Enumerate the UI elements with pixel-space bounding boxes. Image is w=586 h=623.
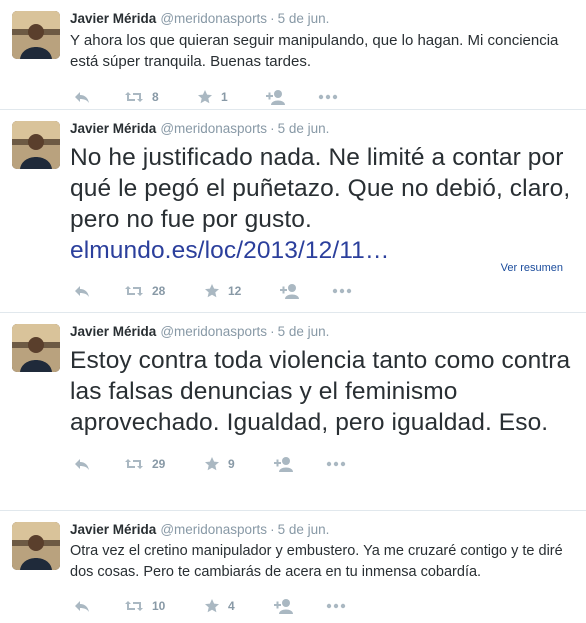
author-name[interactable]: Javier Mérida bbox=[70, 324, 156, 339]
author-handle[interactable]: @meridonasports bbox=[160, 522, 267, 537]
favorite-button[interactable]: 4 bbox=[204, 589, 235, 623]
tweet-body: No he justificado nada. Ne limité a cont… bbox=[70, 144, 571, 233]
follow-button[interactable] bbox=[266, 80, 286, 114]
tweet-text: Y ahora los que quieran seguir manipulan… bbox=[70, 32, 559, 70]
add-user-icon bbox=[280, 283, 300, 299]
reply-button[interactable] bbox=[74, 589, 90, 623]
author-handle[interactable]: @meridonasports bbox=[160, 324, 267, 339]
reply-button[interactable] bbox=[74, 80, 90, 114]
avatar[interactable] bbox=[12, 11, 60, 59]
more-button[interactable] bbox=[332, 274, 352, 308]
follow-button[interactable] bbox=[274, 447, 294, 481]
favorite-count: 1 bbox=[221, 90, 228, 104]
more-dots-icon bbox=[318, 94, 338, 100]
separator-dot: · bbox=[270, 121, 275, 136]
avatar[interactable] bbox=[12, 522, 60, 570]
follow-button[interactable] bbox=[280, 274, 300, 308]
author-name[interactable]: Javier Mérida bbox=[70, 121, 156, 136]
favorite-count: 12 bbox=[228, 284, 242, 298]
favorite-button[interactable]: 1 bbox=[197, 80, 228, 114]
follow-button[interactable] bbox=[274, 589, 294, 623]
add-user-icon bbox=[274, 598, 294, 614]
tweet-timestamp[interactable]: 5 de jun. bbox=[278, 121, 330, 136]
author-handle[interactable]: @meridonasports bbox=[160, 121, 267, 136]
retweet-button[interactable]: 8 bbox=[124, 80, 159, 114]
star-icon bbox=[204, 456, 220, 472]
tweet-timestamp[interactable]: 5 de jun. bbox=[278, 11, 330, 26]
more-button[interactable] bbox=[326, 447, 346, 481]
reply-icon bbox=[74, 457, 90, 471]
more-dots-icon bbox=[326, 603, 346, 609]
more-dots-icon bbox=[326, 461, 346, 467]
favorite-button[interactable]: 9 bbox=[204, 447, 235, 481]
avatar[interactable] bbox=[12, 324, 60, 372]
tweet-text: Estoy contra toda violencia tanto como c… bbox=[70, 347, 571, 436]
star-icon bbox=[204, 598, 220, 614]
retweet-count: 10 bbox=[152, 599, 166, 613]
reply-button[interactable] bbox=[74, 274, 90, 308]
favorite-count: 9 bbox=[228, 457, 235, 471]
author-handle[interactable]: @meridonasports bbox=[160, 11, 267, 26]
retweet-icon bbox=[124, 284, 144, 298]
retweet-icon bbox=[124, 90, 144, 104]
star-icon bbox=[204, 283, 220, 299]
tweet[interactable]: Javier Mérida @meridonasports · 5 de jun. E… bbox=[0, 313, 586, 511]
tweet-text: Otra vez el cretino manipulador y embust… bbox=[70, 543, 563, 580]
favorite-count: 4 bbox=[228, 599, 235, 613]
tweet[interactable]: Javier Mérida @meridonasports · 5 de jun. Y… bbox=[0, 0, 586, 110]
tweet-timestamp[interactable]: 5 de jun. bbox=[278, 324, 330, 339]
tweet[interactable]: Javier Mérida @meridonasports · 5 de jun. N… bbox=[0, 110, 586, 313]
retweet-button[interactable]: 28 bbox=[124, 274, 165, 308]
reply-button[interactable] bbox=[74, 447, 90, 481]
more-button[interactable] bbox=[326, 589, 346, 623]
retweet-button[interactable]: 10 bbox=[124, 589, 165, 623]
retweet-count: 8 bbox=[152, 90, 159, 104]
tweet[interactable]: Javier Mérida @meridonasports · 5 de jun. O… bbox=[0, 511, 586, 614]
retweet-button[interactable]: 29 bbox=[124, 447, 165, 481]
favorite-button[interactable]: 12 bbox=[204, 274, 241, 308]
retweet-count: 28 bbox=[152, 284, 166, 298]
add-user-icon bbox=[266, 89, 286, 105]
separator-dot: · bbox=[270, 324, 275, 339]
view-summary-link[interactable]: Ver resumen bbox=[501, 262, 563, 274]
tweet-actions: 29 9 bbox=[70, 447, 574, 481]
tweet-timestamp[interactable]: 5 de jun. bbox=[278, 522, 330, 537]
author-name[interactable]: Javier Mérida bbox=[70, 11, 156, 26]
more-button[interactable] bbox=[318, 80, 338, 114]
retweet-icon bbox=[124, 457, 144, 471]
separator-dot: · bbox=[270, 11, 275, 26]
avatar[interactable] bbox=[12, 121, 60, 169]
star-icon bbox=[197, 89, 213, 105]
reply-icon bbox=[74, 284, 90, 298]
tweet-link[interactable]: elmundo.es/loc/2013/12/11… bbox=[70, 237, 390, 264]
add-user-icon bbox=[274, 456, 294, 472]
tweet-text: No he justificado nada. Ne limité a cont… bbox=[70, 142, 574, 266]
more-dots-icon bbox=[332, 288, 352, 294]
author-name[interactable]: Javier Mérida bbox=[70, 522, 156, 537]
reply-icon bbox=[74, 599, 90, 613]
separator-dot: · bbox=[270, 522, 275, 537]
retweet-icon bbox=[124, 599, 144, 613]
tweet-actions: 10 4 bbox=[70, 589, 574, 623]
retweet-count: 29 bbox=[152, 457, 166, 471]
reply-icon bbox=[74, 90, 90, 104]
tweet-actions: 28 12 Ver resumen bbox=[70, 262, 574, 308]
tweet-actions: 8 1 bbox=[70, 80, 574, 114]
